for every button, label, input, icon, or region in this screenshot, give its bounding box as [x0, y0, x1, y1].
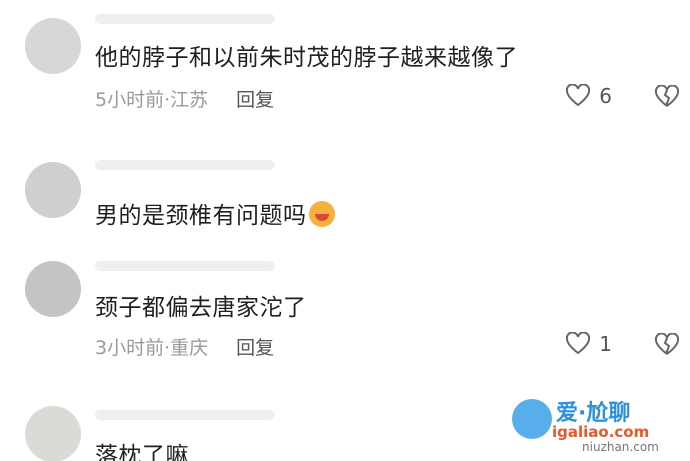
watermark-site-secondary: niuzhan.com: [582, 440, 659, 454]
comment-item-2: 男的是颈椎有问题吗: [0, 150, 690, 240]
watermark-logo-icon: [512, 399, 552, 439]
comment-text-content: 男的是颈椎有问题吗: [95, 203, 307, 229]
avatar-placeholder[interactable]: [25, 18, 81, 74]
comment-item-3: 颈子都偏去唐家沱了 3小时前·重庆 回复 1: [0, 255, 690, 375]
like-button[interactable]: 6: [565, 84, 612, 108]
comment-text: 落枕了嘛: [95, 443, 189, 461]
comment-meta: 5小时前·江苏 回复: [95, 85, 274, 112]
like-button[interactable]: 1: [565, 332, 612, 356]
reply-button[interactable]: 回复: [236, 337, 274, 359]
avatar-placeholder[interactable]: [25, 162, 81, 218]
avatar-placeholder[interactable]: [25, 261, 81, 317]
comment-time: 5小时前: [95, 89, 165, 111]
comment-text: 男的是颈椎有问题吗: [95, 196, 335, 230]
comment-item-1: 他的脖子和以前朱时茂的脖子越来越像了 5小时前·江苏 回复 6: [0, 0, 690, 130]
comment-text: 他的脖子和以前朱时茂的脖子越来越像了: [95, 45, 518, 71]
like-count: 1: [599, 332, 612, 356]
heart-icon: [566, 84, 591, 107]
broken-heart-icon: [654, 85, 680, 107]
comment-text: 颈子都偏去唐家沱了: [95, 295, 307, 321]
comment-location: 江苏: [170, 89, 209, 111]
site-watermark: 爱·尬聊 igaliao.com niuzhan.com: [512, 395, 682, 455]
comment-feed: 他的脖子和以前朱时茂的脖子越来越像了 5小时前·江苏 回复 6 男的是颈椎有问题吗…: [0, 0, 690, 461]
username-placeholder: [95, 160, 275, 170]
heart-icon: [566, 332, 591, 355]
dislike-button[interactable]: [654, 333, 680, 357]
dislike-button[interactable]: [654, 85, 680, 109]
username-placeholder: [95, 261, 275, 271]
comment-location: 重庆: [170, 337, 209, 359]
reply-button[interactable]: 回复: [236, 89, 274, 111]
watermark-site: igaliao.com: [552, 423, 650, 441]
laughing-emoji-icon: [308, 201, 335, 227]
username-placeholder: [95, 14, 275, 24]
like-count: 6: [599, 84, 612, 108]
avatar-placeholder[interactable]: [25, 406, 81, 461]
broken-heart-icon: [654, 333, 680, 355]
username-placeholder: [95, 410, 275, 420]
comment-time: 3小时前: [95, 337, 165, 359]
comment-meta: 3小时前·重庆 回复: [95, 333, 274, 360]
